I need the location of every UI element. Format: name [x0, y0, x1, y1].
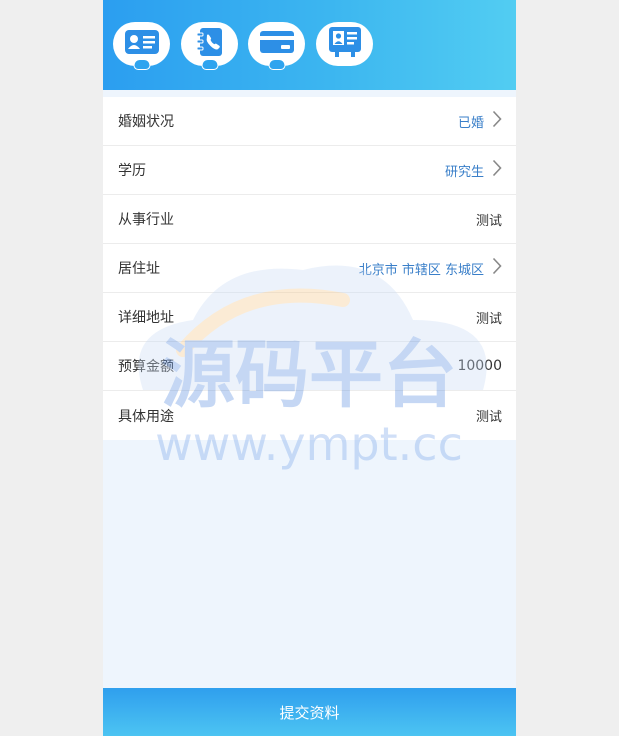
purpose-row[interactable]: 具体用途 测试	[103, 391, 516, 440]
education-row[interactable]: 学历 研究生	[103, 146, 516, 195]
residence-value: 北京市 市辖区 东城区	[358, 262, 484, 278]
chevron-right-icon	[492, 159, 502, 181]
progress-header	[103, 0, 516, 90]
phone-contact-icon	[194, 26, 226, 62]
address-detail-value[interactable]: 测试	[476, 308, 502, 327]
app-screen: 婚姻状况 已婚 学历 研究生 从事行业 测试 居住址 北京市 市辖区 东城区 详…	[103, 0, 516, 736]
industry-value[interactable]: 测试	[476, 210, 502, 229]
marital-status-row[interactable]: 婚姻状况 已婚	[103, 97, 516, 146]
address-detail-row[interactable]: 详细地址 测试	[103, 293, 516, 342]
address-detail-label: 详细地址	[118, 310, 174, 326]
purpose-label: 具体用途	[118, 408, 174, 425]
profile-card-icon	[327, 25, 363, 63]
step-indicator	[201, 59, 218, 70]
submit-button[interactable]: 提交资料	[103, 688, 516, 736]
budget-value[interactable]: 10000	[457, 358, 502, 374]
step-contact[interactable]	[181, 22, 238, 70]
education-value: 研究生	[444, 164, 484, 180]
chevron-right-icon	[492, 110, 502, 132]
residence-label: 居住址	[118, 261, 160, 277]
industry-label: 从事行业	[118, 212, 174, 228]
step-profile[interactable]	[316, 22, 373, 66]
step-indicator	[268, 59, 285, 70]
id-card-icon	[124, 27, 160, 61]
budget-row[interactable]: 预算金额 10000	[103, 342, 516, 391]
budget-label: 预算金额	[118, 359, 174, 375]
step-indicator	[133, 59, 150, 70]
step-bank-card[interactable]	[248, 22, 305, 70]
education-label: 学历	[118, 163, 146, 179]
bank-card-icon	[259, 28, 295, 60]
purpose-value[interactable]: 测试	[476, 406, 502, 425]
chevron-right-icon	[492, 257, 502, 279]
info-form: 婚姻状况 已婚 学历 研究生 从事行业 测试 居住址 北京市 市辖区 东城区 详…	[103, 97, 516, 440]
residence-row[interactable]: 居住址 北京市 市辖区 东城区	[103, 244, 516, 293]
marital-status-label: 婚姻状况	[118, 114, 174, 130]
step-identity[interactable]	[113, 22, 170, 70]
industry-row[interactable]: 从事行业 测试	[103, 195, 516, 244]
marital-status-value: 已婚	[457, 115, 484, 131]
